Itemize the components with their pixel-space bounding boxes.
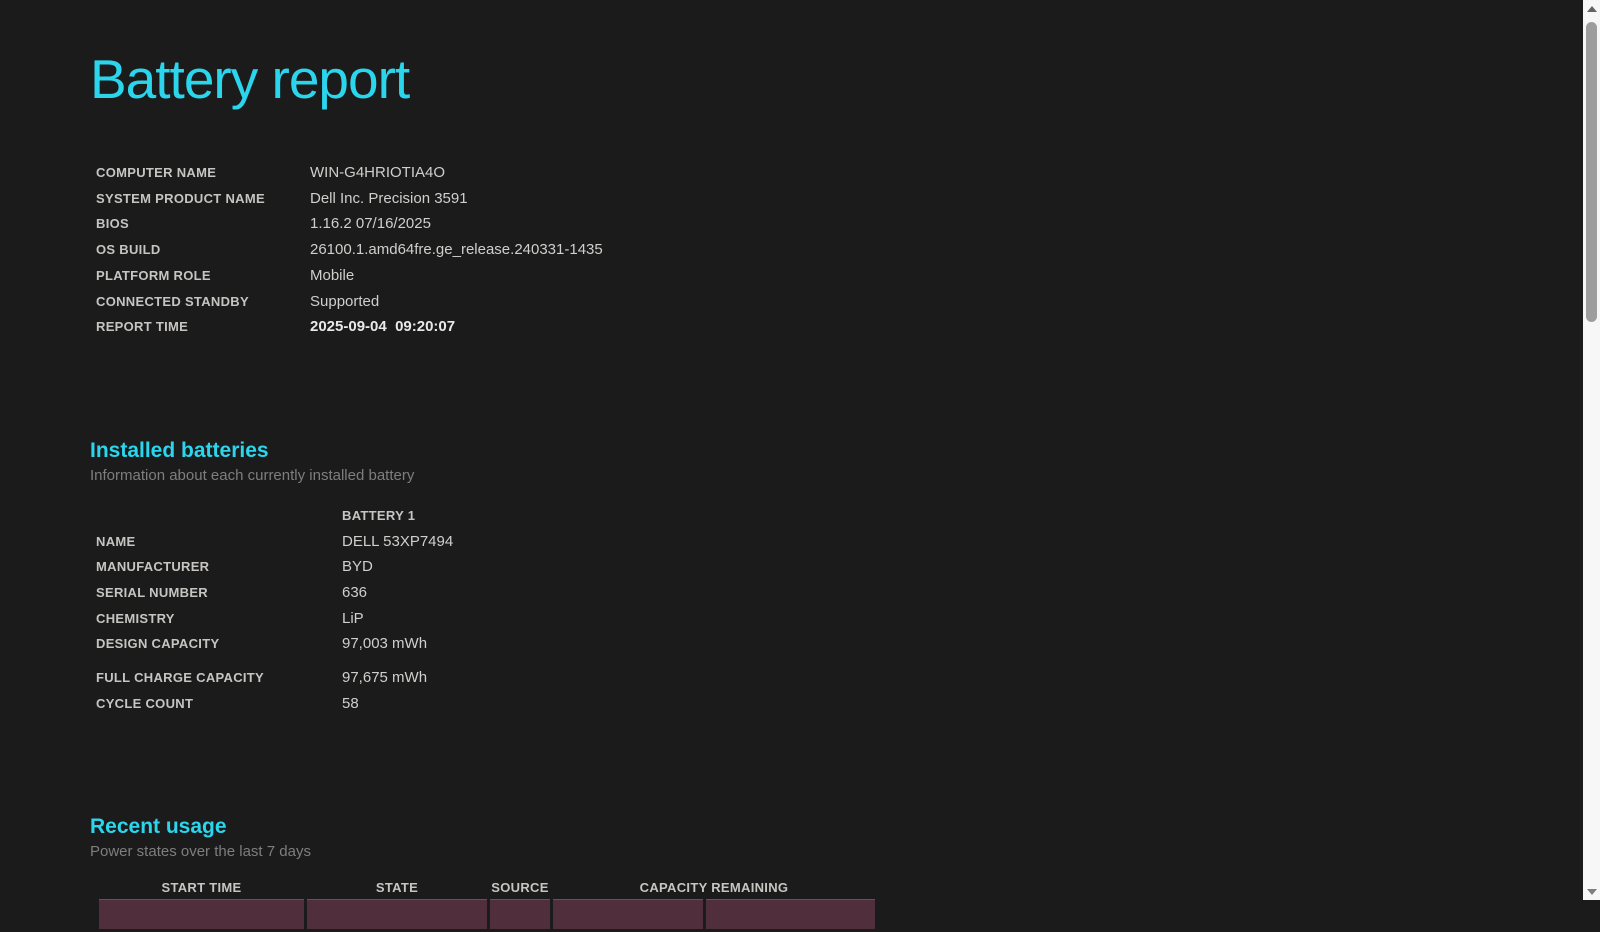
info-row: BIOS 1.16.2 07/16/2025 [90, 211, 603, 237]
battery-row: DESIGN CAPACITY 97,003 mWh [90, 631, 453, 657]
info-row: PLATFORM ROLE Mobile [90, 263, 603, 289]
info-row: COMPUTER NAME WIN-G4HRIOTIA4O [90, 160, 603, 186]
usage-data-row-clipped [99, 898, 875, 929]
battery-row: CYCLE COUNT 58 [90, 691, 427, 717]
battery-value: LiP [342, 609, 364, 627]
info-value: Mobile [310, 266, 355, 284]
battery-label: FULL CHARGE CAPACITY [96, 670, 265, 686]
battery-column-header-row: BATTERY 1 [90, 503, 453, 529]
recent-usage-subtitle: Power states over the last 7 days [90, 842, 311, 860]
battery-label: SERIAL NUMBER [96, 585, 209, 601]
scroll-up-button[interactable] [1583, 0, 1600, 17]
battery-value: 97,675 mWh [342, 669, 428, 687]
recent-usage-heading: Recent usage [90, 814, 227, 838]
battery-label: DESIGN CAPACITY [96, 636, 220, 652]
info-label: REPORT TIME [96, 319, 189, 335]
usage-col-capacity-remaining: CAPACITY REMAINING [639, 879, 789, 895]
battery-label: MANUFACTURER [96, 559, 210, 575]
battery-value: 636 [342, 584, 368, 602]
usage-col-source: SOURCE [491, 879, 549, 895]
usage-col-state: STATE [375, 879, 419, 895]
installed-batteries-subtitle: Information about each currently install… [90, 466, 415, 484]
info-value: 1.16.2 07/16/2025 [310, 215, 431, 233]
info-label: COMPUTER NAME [96, 165, 217, 180]
info-value: Dell Inc. Precision 3591 [310, 189, 468, 207]
battery-label: CYCLE COUNT [96, 695, 194, 711]
scrollbar-thumb[interactable] [1586, 22, 1597, 322]
info-row: OS BUILD 26100.1.amd64fre.ge_release.240… [90, 237, 603, 263]
info-label: BIOS [96, 216, 129, 232]
battery-capacity-table: FULL CHARGE CAPACITY 97,675 mWh CYCLE CO… [90, 665, 427, 716]
report-time-value: 2025-09-04 09:20:07 [310, 318, 456, 336]
info-label: SYSTEM PRODUCT NAME [96, 190, 265, 206]
battery-column-header: BATTERY 1 [342, 507, 416, 523]
usage-col-start-time: START TIME [161, 879, 242, 895]
info-row: REPORT TIME 2025-09-04 09:20:07 [90, 314, 603, 340]
info-value: WIN-G4HRIOTIA4O [310, 164, 446, 181]
info-label: CONNECTED STANDBY [96, 293, 249, 309]
battery-value: DELL 53XP7494 [342, 532, 454, 550]
battery-report-page: Battery report COMPUTER NAME WIN-G4HRIOT… [0, 0, 1600, 932]
usage-header-row: START TIME STATE SOURCE CAPACITY REMAINI… [99, 880, 875, 896]
battery-value: 97,003 mWh [342, 635, 428, 653]
info-row: CONNECTED STANDBY Supported [90, 289, 603, 315]
info-value: Supported [310, 292, 380, 310]
recent-usage-table: START TIME STATE SOURCE CAPACITY REMAINI… [96, 877, 878, 932]
recent-usage-section: Recent usage Power states over the last … [90, 813, 1560, 932]
battery-row: MANUFACTURER BYD [90, 554, 453, 580]
battery-row: CHEMISTRY LiP [90, 606, 453, 632]
battery-row: SERIAL NUMBER 636 [90, 580, 453, 606]
system-info-table: COMPUTER NAME WIN-G4HRIOTIA4O SYSTEM PRO… [90, 160, 603, 340]
info-label: OS BUILD [96, 242, 161, 258]
battery-row: NAME DELL 53XP7494 [90, 529, 453, 555]
scroll-down-button[interactable] [1583, 883, 1600, 900]
battery-label: CHEMISTRY [96, 610, 175, 626]
scroll-down-icon [1586, 888, 1597, 895]
scroll-up-icon [1586, 5, 1597, 12]
page-title: Battery report [90, 48, 410, 110]
info-label: PLATFORM ROLE [96, 267, 211, 283]
battery-value: BYD [342, 558, 373, 576]
battery-value: 58 [342, 694, 359, 712]
installed-batteries-heading: Installed batteries [90, 438, 269, 462]
info-value: 26100.1.amd64fre.ge_release.240331-1435 [310, 241, 603, 259]
battery-label: NAME [96, 533, 136, 549]
battery-details-table: BATTERY 1 NAME DELL 53XP7494 MANUFACTURE… [90, 503, 453, 657]
battery-row: FULL CHARGE CAPACITY 97,675 mWh [90, 665, 427, 691]
info-row: SYSTEM PRODUCT NAME Dell Inc. Precision … [90, 186, 603, 212]
installed-batteries-section: Installed batteries Information about ea… [90, 437, 1560, 717]
vertical-scrollbar[interactable] [1583, 0, 1600, 900]
